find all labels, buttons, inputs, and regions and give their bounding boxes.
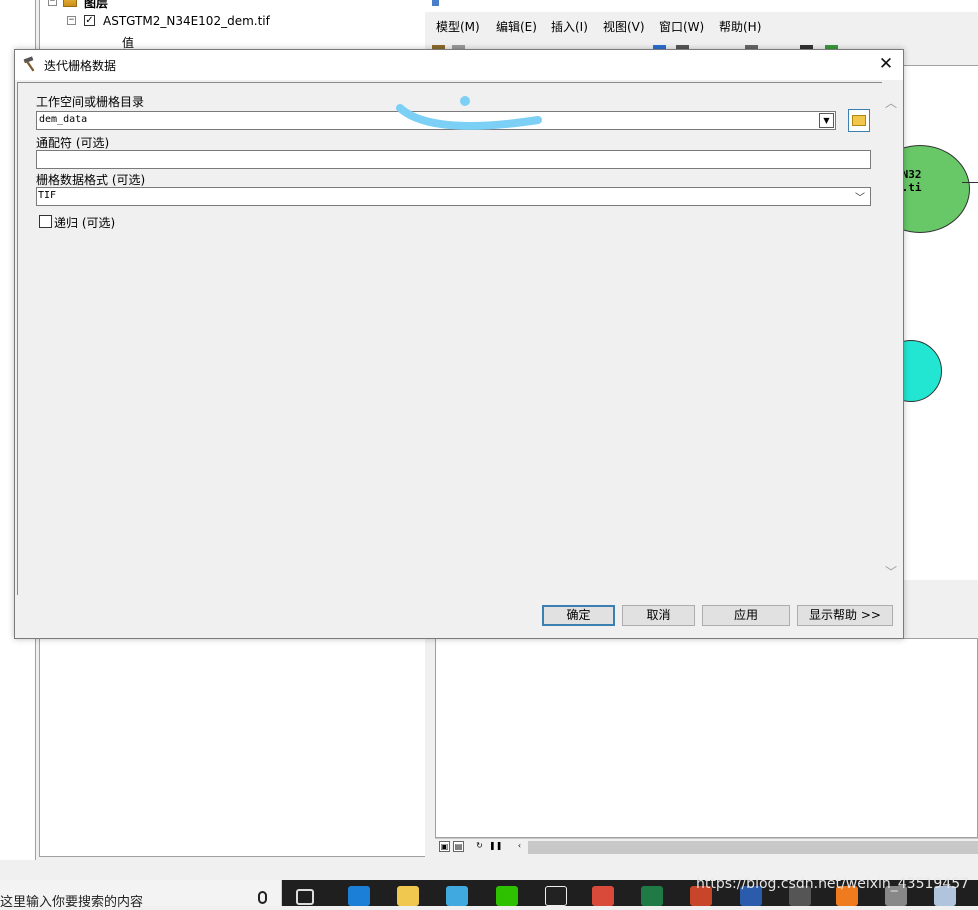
wildcard-label: 通配符 (可选) [36,136,110,150]
collapse-layer-icon[interactable]: − [67,16,76,25]
connector-line [962,182,978,183]
dialog-title: 迭代栅格数据 [44,59,117,73]
raster-format-value[interactable]: TIF [38,190,56,201]
menu-view[interactable]: 视图(V) [603,18,645,35]
workspace-value[interactable]: dem_data [39,114,87,125]
excel-icon[interactable] [641,886,663,906]
pause-icon[interactable]: ❚❚ [489,841,502,852]
microphone-icon[interactable] [258,891,267,904]
watermark-text: https://blog.csdn.net/weixin_43519457 [696,876,970,892]
scroll-down-icon[interactable]: ﹀ [882,564,900,580]
file-explorer-icon[interactable] [397,886,419,906]
model-builder-titlebar [425,0,978,12]
ok-button[interactable]: 确定 [542,605,615,626]
format-label: 栅格数据格式 (可选) [36,173,146,187]
edge-icon[interactable] [348,886,370,906]
cancel-button[interactable]: 取消 [622,605,695,626]
scroll-left-icon[interactable]: ‹ [514,841,525,852]
taskbar-search-placeholder[interactable]: 这里输入你要搜索的内容 [0,891,143,910]
app-icon[interactable] [446,886,468,906]
arcgis-icon[interactable] [592,886,614,906]
wildcard-input[interactable] [36,150,871,169]
apply-button[interactable]: 应用 [702,605,790,626]
layout-view-icon[interactable]: ▣ [439,841,450,852]
page-view-icon[interactable]: ▤ [453,841,464,852]
scroll-up-icon[interactable]: ︿ [882,95,900,111]
layers-icon [63,0,77,7]
refresh-icon[interactable]: ↻ [474,841,485,852]
task-view-icon[interactable] [296,889,314,905]
menu-insert[interactable]: 插入(I) [551,18,588,35]
recursive-label[interactable]: 递归 (可选) [54,214,115,231]
layer-visibility-checkbox[interactable]: ✓ [84,15,95,26]
workspace-label: 工作空间或栅格目录 [36,95,145,109]
model-canvas-lower[interactable] [435,638,978,838]
raster-format-select[interactable] [36,187,871,206]
qq-icon[interactable] [545,886,567,906]
menu-window[interactable]: 窗口(W) [659,18,704,35]
wechat-icon[interactable] [496,886,518,906]
close-icon[interactable]: ✕ [874,53,898,75]
chevron-down-icon[interactable]: ﹀ [855,189,865,204]
chevron-down-icon[interactable]: ▼ [819,113,834,128]
collapse-layers-icon[interactable]: − [48,0,57,6]
layer-name[interactable]: ASTGTM2_N34E102_dem.tif [103,14,270,28]
dialog-vertical-scrollbar[interactable] [882,82,900,595]
menu-edit[interactable]: 编辑(E) [496,18,537,35]
show-help-button[interactable]: 显示帮助 >> [797,605,893,626]
folder-icon [852,115,866,126]
horizontal-scrollbar[interactable] [528,841,978,854]
dialog-titlebar[interactable] [15,50,903,80]
menu-model[interactable]: 模型(M) [436,18,480,35]
layers-group-label: 图层 [84,0,109,10]
recursive-checkbox[interactable] [39,215,52,228]
smile-annotation [396,96,542,130]
model-builder-icon [432,0,439,6]
menu-help[interactable]: 帮助(H) [719,18,761,35]
hammer-icon [23,56,35,72]
